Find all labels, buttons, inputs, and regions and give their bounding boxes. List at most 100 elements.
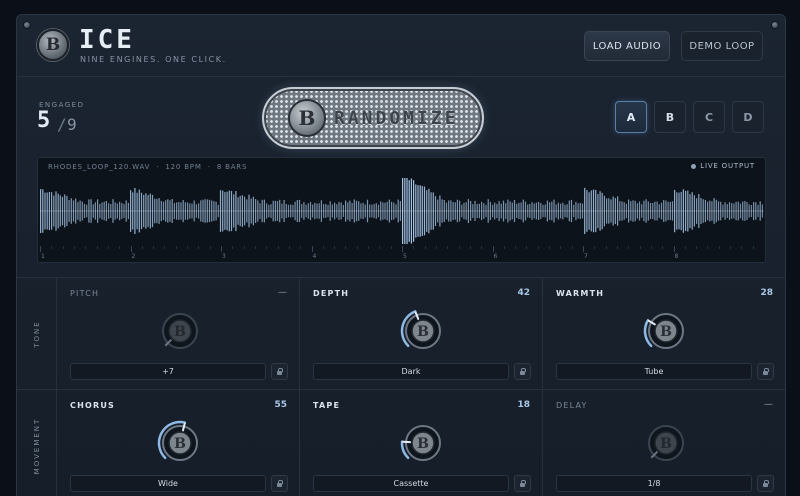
warmth-knob[interactable]: B: [643, 308, 689, 354]
ruler-tick: [571, 246, 573, 249]
delay-mode-select[interactable]: 1/8: [556, 475, 752, 492]
module-tape: TAPE 18 Cassette B: [301, 390, 543, 496]
delay-knob[interactable]: B: [643, 420, 689, 466]
chorus-toggle[interactable]: CHORUS: [70, 401, 115, 410]
tape-mode-select[interactable]: Cassette: [313, 475, 509, 492]
ruler-tick: [560, 246, 562, 249]
tape-lock-button[interactable]: [514, 475, 531, 492]
pitch-toggle[interactable]: PITCH: [70, 289, 99, 298]
ruler-label-1: 1: [41, 253, 45, 260]
delay-value: —: [764, 400, 773, 410]
chorus-mode-select[interactable]: Wide: [70, 475, 266, 492]
warmth-lock-button[interactable]: [757, 363, 774, 380]
knob-logo-letter: B: [174, 436, 186, 452]
bar-ruler: 1 2 3 4 5 6 7 8: [40, 246, 764, 262]
delay-toggle[interactable]: DELAY: [556, 401, 588, 410]
ruler-tick: [458, 246, 460, 249]
ruler-tick: [435, 246, 437, 249]
warmth-toggle[interactable]: WARMTH: [556, 289, 604, 298]
depth-knob[interactable]: B: [400, 308, 446, 354]
module-delay: DELAY — 1/8 B: [544, 390, 785, 496]
ruler-tick: [277, 246, 279, 249]
ruler-label-5: 5: [403, 253, 407, 260]
live-output-toggle[interactable]: LIVE OUTPUT: [691, 162, 755, 170]
ruler-tick: [130, 246, 132, 252]
ruler-label-8: 8: [674, 253, 679, 260]
waveform-display: [40, 178, 764, 244]
ruler-tick: [707, 246, 709, 249]
chorus-lock-button[interactable]: [271, 475, 288, 492]
pitch-lock-button[interactable]: [271, 363, 288, 380]
engaged-total: 9: [67, 115, 77, 134]
ruler-tick: [254, 246, 256, 249]
randomize-label: RANDOMIZE: [334, 107, 459, 129]
ruler-tick: [345, 246, 347, 249]
module-depth: DEPTH 42 Dark B: [301, 278, 543, 390]
ruler-tick: [413, 246, 415, 249]
waveform-panel[interactable]: RHODES_LOOP_120.WAV · 120 BPM · 8 BARS L…: [37, 157, 766, 263]
slot-b-button[interactable]: B: [654, 101, 686, 133]
lock-icon: [277, 479, 283, 487]
tape-value: 18: [517, 400, 530, 410]
chorus-value: 55: [274, 400, 287, 410]
delay-lock-button[interactable]: [757, 475, 774, 492]
pitch-knob[interactable]: B: [157, 308, 203, 354]
section-label-movement: MOVEMENT: [33, 417, 41, 475]
section-movement: MOVEMENT CHORUS 55 Wide B TAPE 18 Cassette B DEL…: [17, 389, 785, 496]
header: B ICE NINE ENGINES. ONE CLICK. LOAD AUDI…: [17, 15, 785, 77]
depth-mode-select[interactable]: Dark: [313, 363, 509, 380]
ruler-tick: [628, 246, 630, 249]
app-subtitle: NINE ENGINES. ONE CLICK.: [80, 55, 227, 64]
ruler-tick: [537, 246, 539, 249]
depth-lock-button[interactable]: [514, 363, 531, 380]
ruler-tick: [583, 246, 584, 252]
slot-d-button[interactable]: D: [732, 101, 764, 133]
plugin-window: B ICE NINE ENGINES. ONE CLICK. LOAD AUDI…: [16, 14, 786, 496]
waveform-meta: RHODES_LOOP_120.WAV · 120 BPM · 8 BARS: [48, 163, 247, 171]
ruler-label-2: 2: [131, 253, 136, 260]
ruler-tick: [390, 246, 392, 249]
slot-a-button[interactable]: A: [615, 101, 647, 133]
ruler-tick: [51, 246, 53, 249]
ruler-tick: [153, 246, 155, 249]
live-dot-icon: [691, 163, 697, 169]
ruler-tick: [119, 246, 121, 249]
slot-c-button[interactable]: C: [693, 101, 725, 133]
ruler-tick: [368, 246, 370, 249]
ruler-tick: [379, 246, 381, 249]
ruler-tick: [492, 246, 494, 252]
module-pitch: PITCH — +7 B: [58, 278, 300, 390]
warmth-value: 28: [760, 288, 773, 298]
ruler-tick: [662, 246, 664, 249]
ruler-tick: [605, 246, 607, 249]
ruler-tick: [639, 246, 641, 249]
randomize-button[interactable]: B RANDOMIZE: [262, 87, 484, 149]
depth-toggle[interactable]: DEPTH: [313, 289, 349, 298]
knob-logo-letter: B: [417, 436, 429, 452]
ruler-tick: [187, 246, 189, 249]
ruler-tick: [503, 246, 505, 249]
randomize-logo-icon: B: [288, 99, 326, 137]
ruler-tick: [209, 246, 211, 249]
warmth-mode-select[interactable]: Tube: [556, 363, 752, 380]
pitch-mode-select[interactable]: +7: [70, 363, 266, 380]
load-audio-button[interactable]: LOAD AUDIO: [584, 31, 670, 61]
ruler-tick: [684, 246, 686, 249]
ruler-tick: [616, 246, 618, 249]
ruler-tick: [673, 246, 675, 252]
tape-toggle[interactable]: TAPE: [313, 401, 340, 410]
ruler-tick: [221, 246, 222, 252]
demo-loop-button[interactable]: DEMO LOOP: [681, 31, 763, 61]
ruler-label-4: 4: [312, 253, 317, 260]
ruler-tick: [481, 246, 483, 249]
ruler-tick: [232, 246, 234, 249]
waveform-file: RHODES_LOOP_120.WAV: [48, 163, 151, 171]
ruler-tick: [718, 246, 720, 249]
tape-knob[interactable]: B: [400, 420, 446, 466]
ruler-tick: [141, 246, 143, 249]
ruler-tick: [107, 246, 109, 249]
ruler-tick: [741, 246, 743, 249]
lock-icon: [763, 367, 769, 375]
chorus-knob[interactable]: B: [157, 420, 203, 466]
waveform-separator: ·: [207, 163, 211, 171]
